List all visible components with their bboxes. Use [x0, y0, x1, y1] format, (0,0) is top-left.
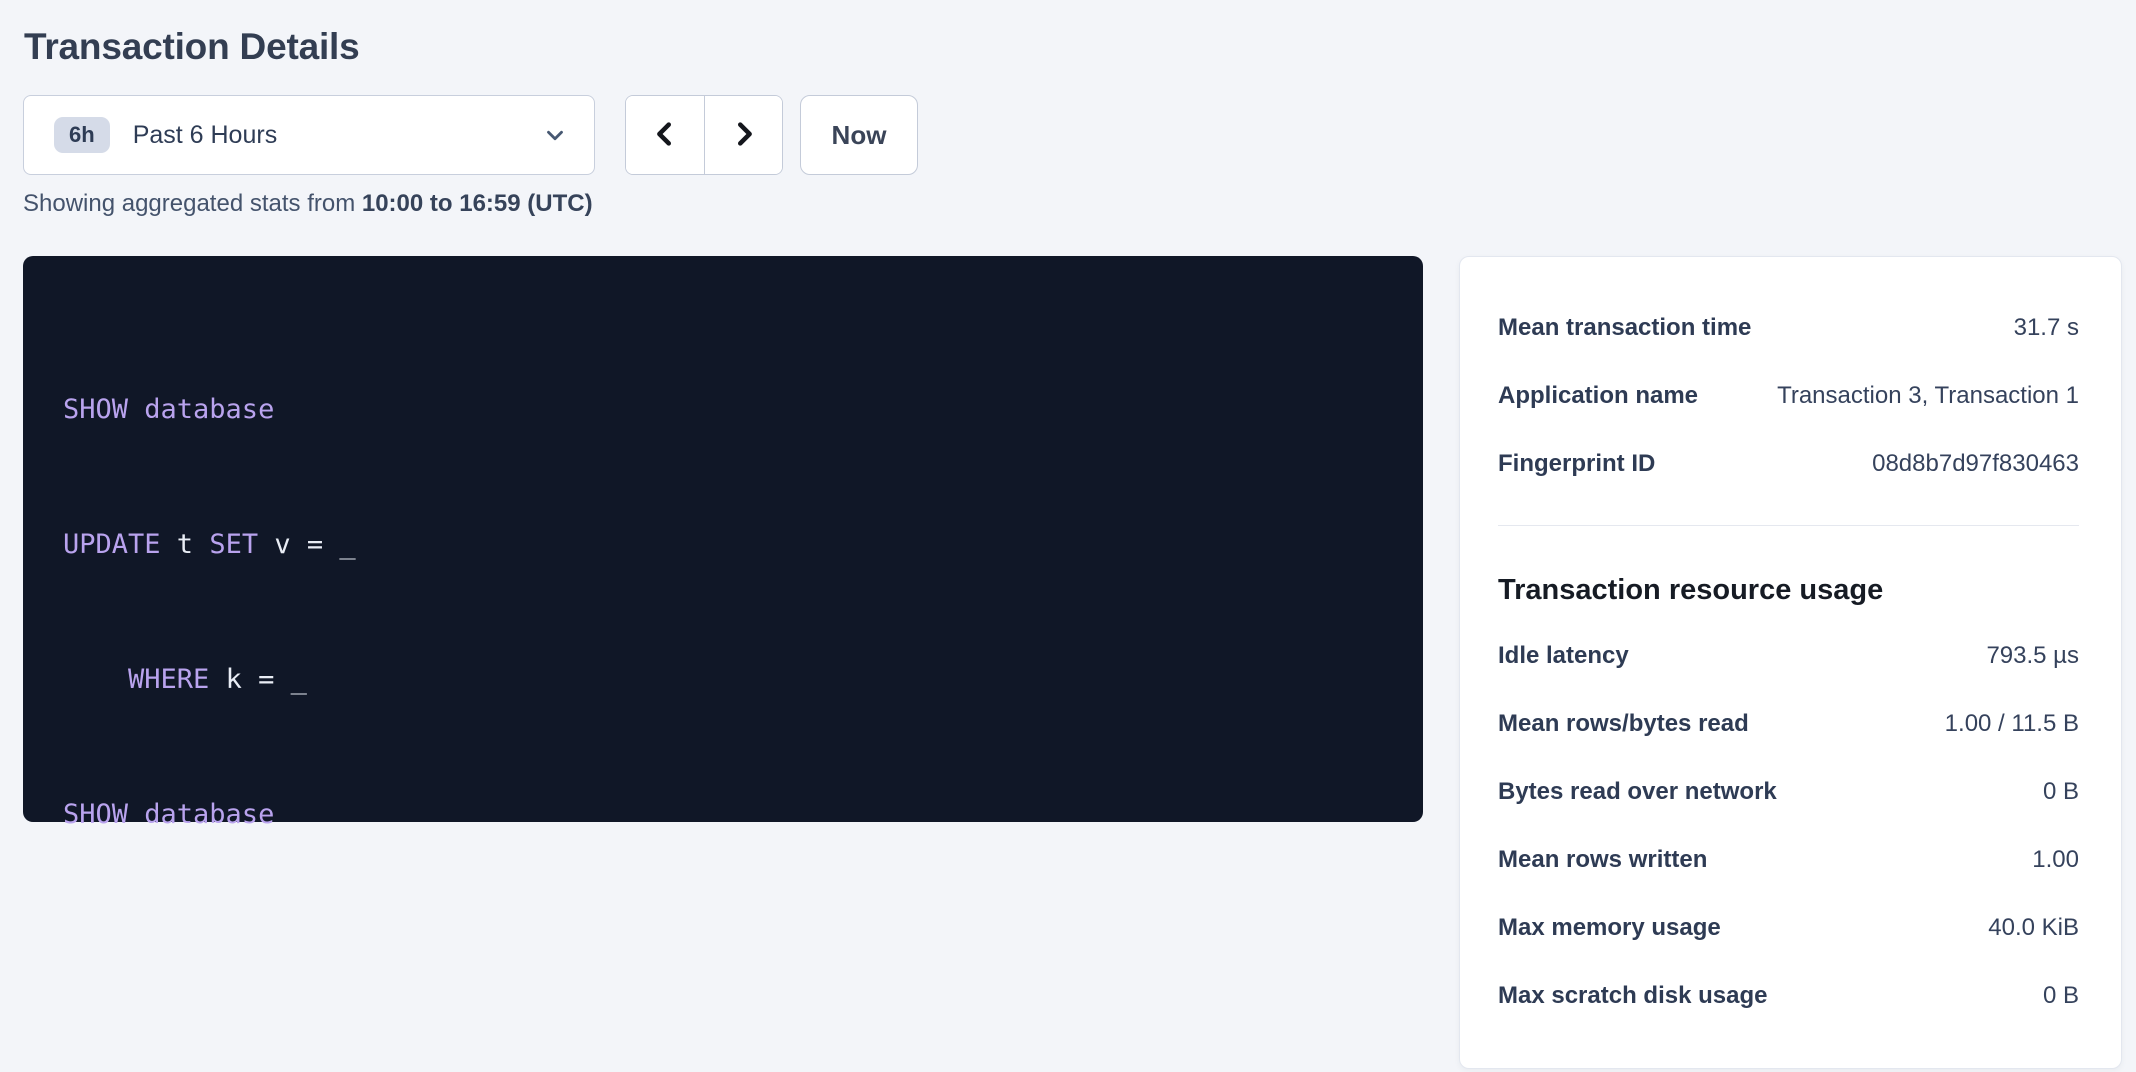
summary-row: Application name Transaction 3, Transact…: [1498, 362, 2079, 430]
summary-row-label: Idle latency: [1498, 642, 1649, 670]
stats-caption-range: 10:00 to 16:59 (UTC): [362, 190, 593, 217]
chevron-left-icon: [650, 119, 680, 152]
summary-row: Max memory usage 40.0 KiB: [1498, 894, 2079, 962]
summary-row-value: 0 B: [2043, 778, 2079, 806]
summary-row-label: Max scratch disk usage: [1498, 982, 1787, 1010]
now-button[interactable]: Now: [800, 95, 918, 175]
stats-caption-prefix: Showing aggregated stats from: [23, 190, 362, 217]
sql-token: SET: [209, 529, 258, 560]
summary-row: Idle latency 793.5 µs: [1498, 622, 2079, 690]
summary-row: Fingerprint ID 08d8b7d97f830463: [1498, 430, 2079, 498]
summary-row-label: Fingerprint ID: [1498, 450, 1675, 478]
time-range-label: Past 6 Hours: [133, 121, 278, 150]
sql-token: UPDATE: [63, 529, 161, 560]
summary-row-label: Application name: [1498, 382, 1718, 410]
sql-line: WHERE k = _: [63, 657, 1383, 702]
summary-row-value: 08d8b7d97f830463: [1872, 450, 2079, 478]
summary-row: Mean rows written 1.00: [1498, 826, 2079, 894]
summary-row-value: 1.00: [2032, 846, 2079, 874]
sql-token: SHOW database: [63, 799, 274, 830]
sql-line: SHOW database: [63, 792, 1383, 837]
time-controls: 6h Past 6 Hours Now: [23, 95, 2136, 175]
page-title: Transaction Details: [24, 26, 2136, 68]
previous-interval-button[interactable]: [626, 96, 704, 174]
sql-line: UPDATE t SET v = _: [63, 522, 1383, 567]
sql-statement-box: SHOW database UPDATE t SET v = _ WHERE k…: [23, 256, 1423, 822]
sql-token: WHERE: [128, 664, 209, 695]
summary-row-value: 40.0 KiB: [1988, 914, 2079, 942]
summary-row-value: 1.00 / 11.5 B: [1945, 710, 2079, 738]
transaction-details-page: Transaction Details 6h Past 6 Hours Now …: [0, 0, 2136, 1072]
summary-row-label: Mean transaction time: [1498, 314, 1771, 342]
summary-row-value: 31.7 s: [2014, 314, 2079, 342]
time-range-dropdown[interactable]: 6h Past 6 Hours: [23, 95, 595, 175]
resource-usage-heading: Transaction resource usage: [1498, 566, 2079, 614]
chevron-down-icon: [542, 122, 568, 148]
sql-token: t: [161, 529, 210, 560]
time-range-badge: 6h: [54, 117, 110, 153]
summary-row: Max scratch disk usage 0 B: [1498, 962, 2079, 1030]
summary-row-value: 793.5 µs: [1986, 642, 2079, 670]
summary-row-label: Bytes read over network: [1498, 778, 1797, 806]
sql-token: [63, 664, 128, 695]
summary-row-value: Transaction 3, Transaction 1: [1777, 382, 2079, 410]
chevron-right-icon: [729, 119, 759, 152]
summary-row: Mean transaction time 31.7 s: [1498, 294, 2079, 362]
summary-row: Bytes read over network 0 B: [1498, 758, 2079, 826]
summary-row-label: Mean rows/bytes read: [1498, 710, 1769, 738]
summary-row-label: Max memory usage: [1498, 914, 1741, 942]
transaction-summary-card: Mean transaction time 31.7 s Application…: [1459, 256, 2122, 1069]
next-interval-button[interactable]: [704, 96, 782, 174]
time-step-buttons: [625, 95, 783, 175]
card-divider: [1498, 525, 2079, 526]
sql-token: k = _: [209, 664, 307, 695]
aggregated-stats-caption: Showing aggregated stats from 10:00 to 1…: [23, 190, 2136, 218]
sql-line: SHOW database: [63, 387, 1383, 432]
sql-token: SHOW database: [63, 394, 274, 425]
main-content: SHOW database UPDATE t SET v = _ WHERE k…: [23, 256, 2136, 1069]
sql-token: v = _: [258, 529, 356, 560]
summary-row-value: 0 B: [2043, 982, 2079, 1010]
summary-row-label: Mean rows written: [1498, 846, 1727, 874]
summary-row: Mean rows/bytes read 1.00 / 11.5 B: [1498, 690, 2079, 758]
